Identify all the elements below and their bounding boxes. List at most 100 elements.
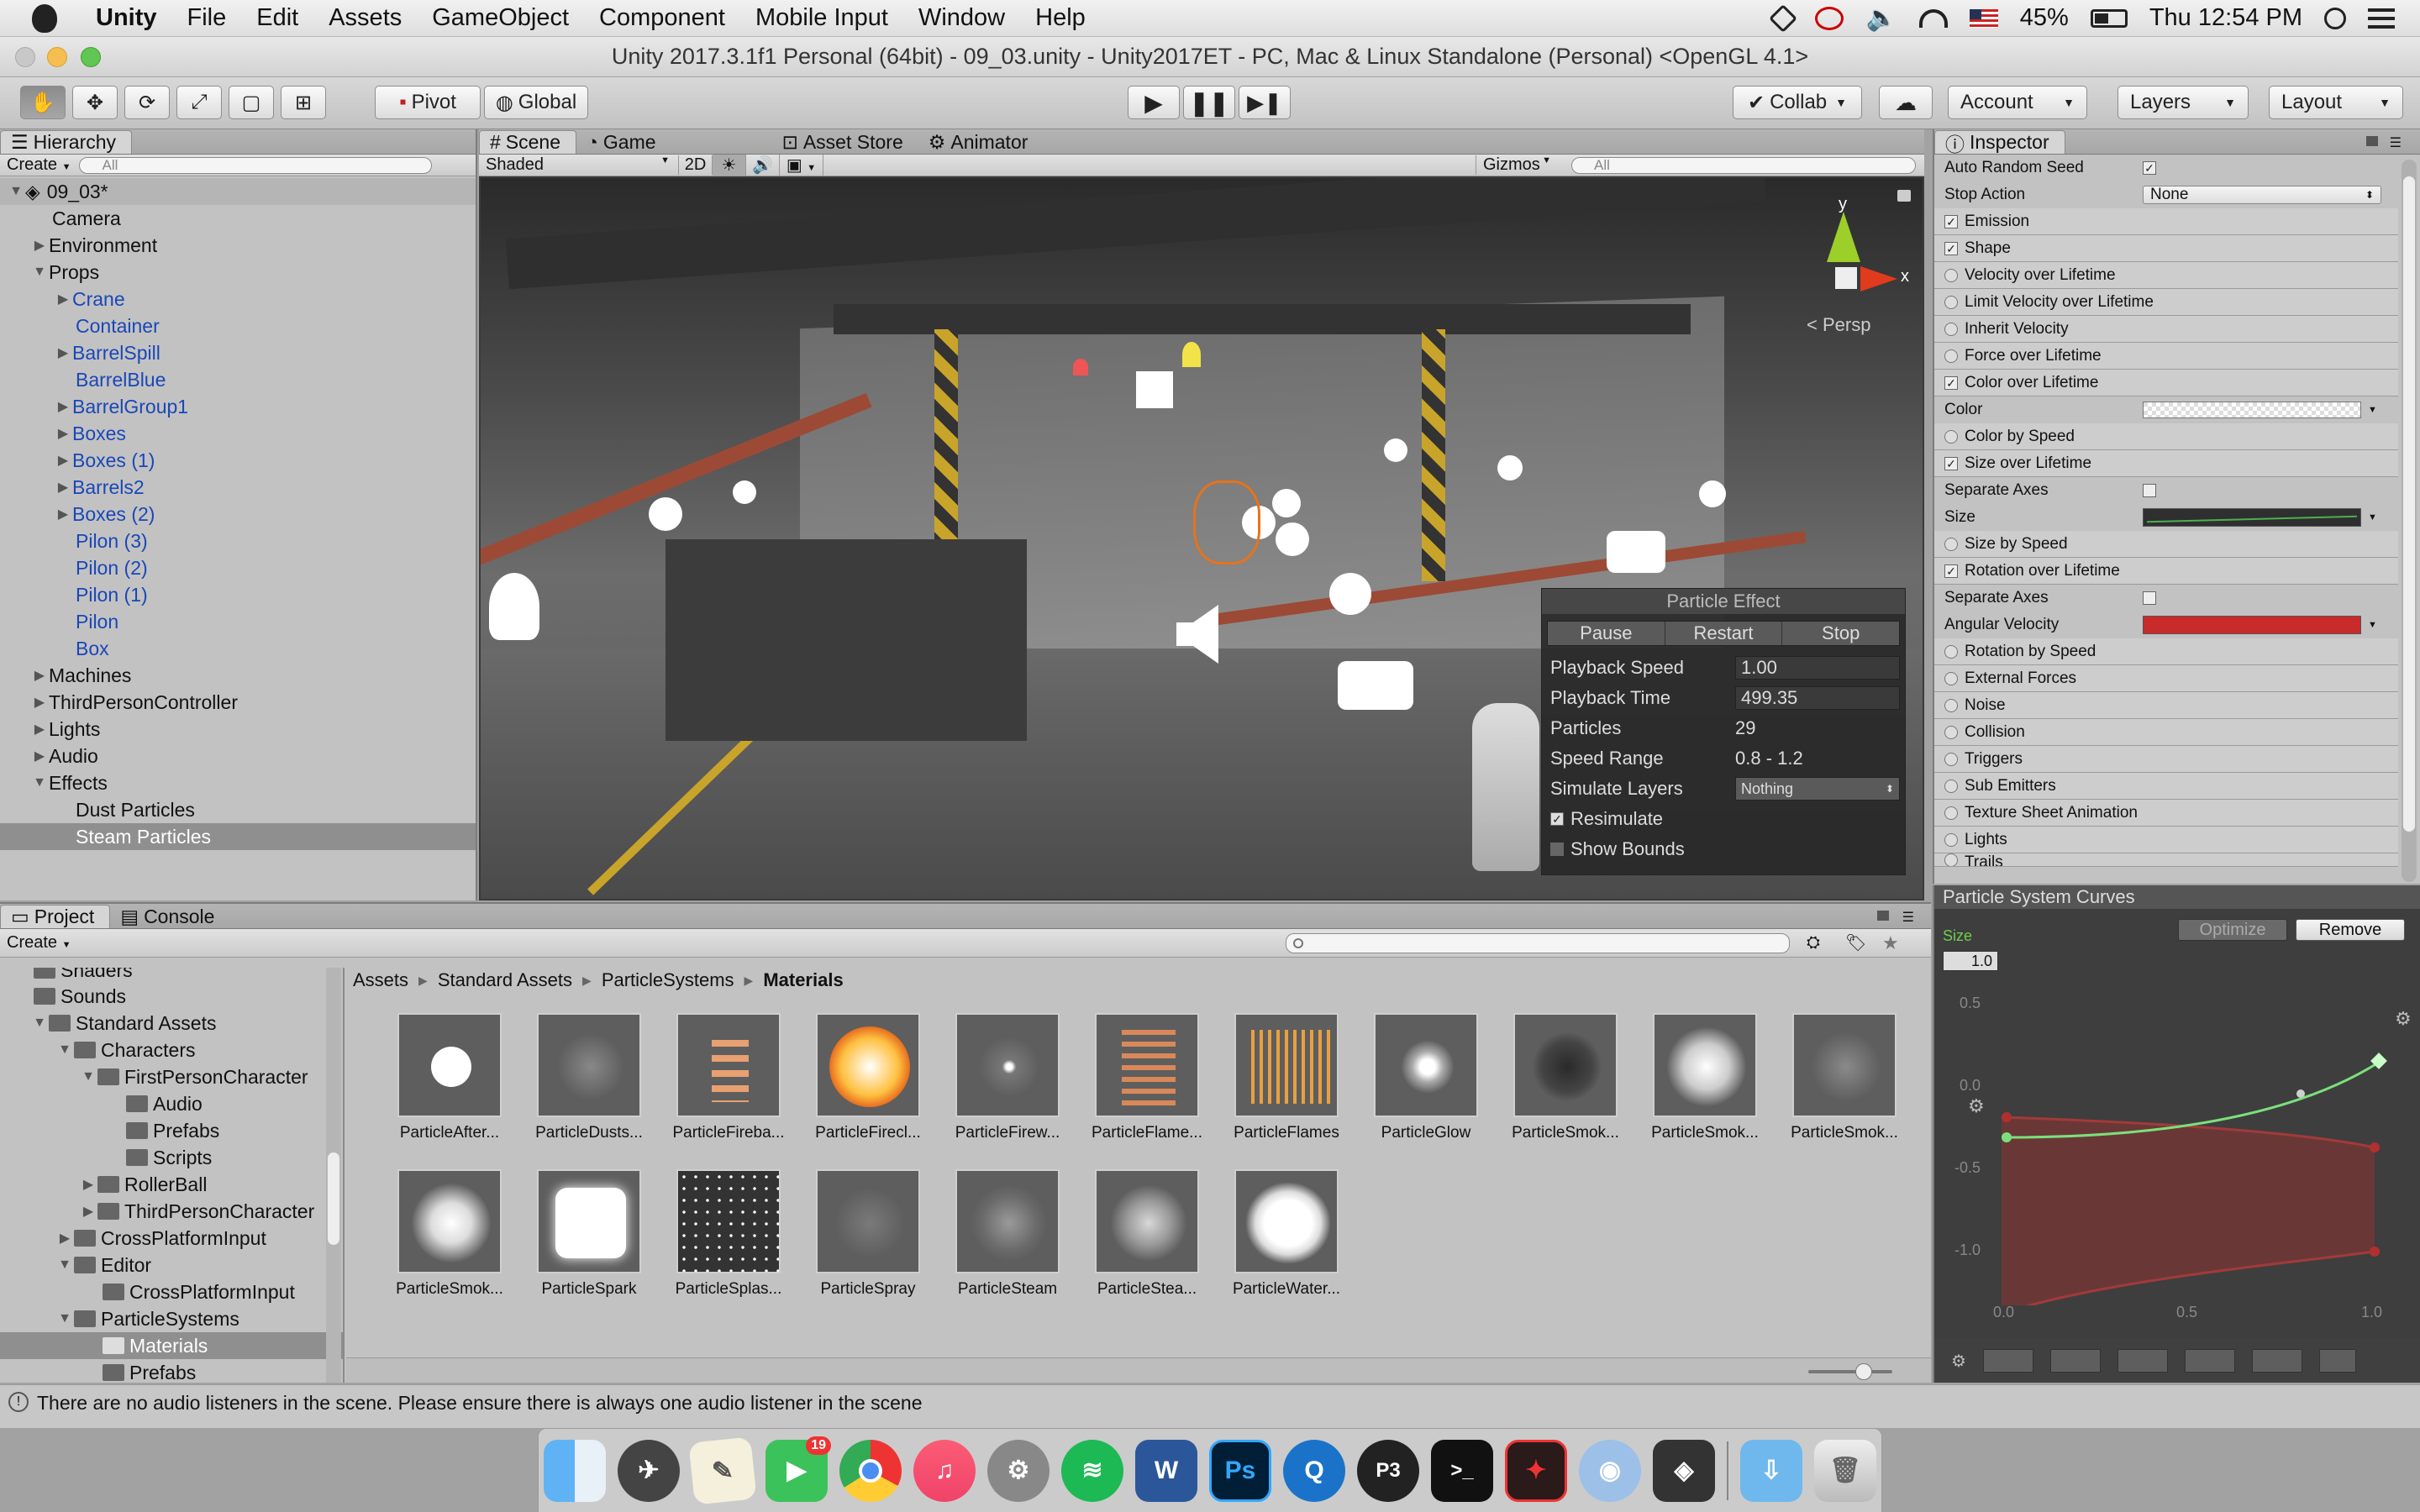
scale-tool-button[interactable]: ⤢ xyxy=(176,86,222,119)
triangle-down-icon[interactable]: ▼ xyxy=(30,1016,49,1031)
itunes-icon[interactable]: ♫ xyxy=(913,1439,976,1502)
module-lights[interactable]: Lights xyxy=(1934,827,2398,853)
light-gizmo-icon[interactable] xyxy=(649,497,682,531)
asset-particlesplash[interactable]: ParticleSplas... xyxy=(666,1169,792,1299)
show-bounds-checkbox[interactable] xyxy=(1550,843,1564,856)
menu-edit[interactable]: Edit xyxy=(241,4,313,32)
module-toggle[interactable] xyxy=(1944,537,1958,551)
pause-button[interactable]: ❚❚ xyxy=(1183,86,1235,119)
triangle-right-icon[interactable]: ▶ xyxy=(54,291,72,307)
size-curve-key[interactable] xyxy=(2002,1132,2012,1142)
camera-gizmo-icon[interactable] xyxy=(1607,531,1665,573)
asset-particlesteam[interactable]: ParticleSteam xyxy=(944,1169,1071,1299)
battery-icon[interactable] xyxy=(2090,8,2128,28)
chevron-down-icon[interactable]: ▼ xyxy=(2368,512,2377,522)
photoshop-icon[interactable]: Ps xyxy=(1209,1439,1271,1502)
hierarchy-item-machines[interactable]: ▶ Machines xyxy=(0,662,476,689)
project-folder-editor[interactable]: ▼ Editor xyxy=(0,1252,343,1278)
module-checkbox[interactable]: ✓ xyxy=(1944,214,1958,228)
resimulate-checkbox[interactable]: ✓ xyxy=(1550,812,1564,826)
rect-tool-button[interactable]: ▢ xyxy=(229,86,274,119)
asset-particlesteamthick[interactable]: ParticleStea... xyxy=(1084,1169,1210,1299)
module-checkbox[interactable]: ✓ xyxy=(1944,375,1958,390)
shading-mode-dropdown[interactable]: Shaded ▼ xyxy=(486,155,679,175)
angular-velocity-curve-field[interactable] xyxy=(2143,616,2361,634)
creative-cloud-icon[interactable] xyxy=(1815,6,1844,30)
step-button[interactable]: ▶❚ xyxy=(1239,86,1291,119)
module-rotation-by-speed[interactable]: Rotation by Speed xyxy=(1934,638,2398,665)
hierarchy-item-pilon-1[interactable]: Pilon (1) xyxy=(0,581,476,608)
module-toggle[interactable] xyxy=(1944,429,1958,444)
wifi-icon[interactable] xyxy=(1918,8,1948,28)
pause-effect-button[interactable]: Pause xyxy=(1548,622,1665,645)
breadcrumb-standard-assets[interactable]: Standard Assets xyxy=(438,969,572,991)
scrollbar-thumb[interactable] xyxy=(328,1152,339,1245)
notification-center-icon[interactable] xyxy=(2368,8,2395,29)
favorites-star-icon[interactable]: ★ xyxy=(1882,932,1899,954)
module-force-over-lifetime[interactable]: Force over Lifetime xyxy=(1934,343,2398,370)
hierarchy-item-lights[interactable]: ▶ Lights xyxy=(0,716,476,743)
hierarchy-item-boxes-1[interactable]: ▶ Boxes (1) xyxy=(0,447,476,474)
light-gizmo-icon[interactable] xyxy=(1497,455,1523,480)
axis-center-cube[interactable] xyxy=(1835,267,1857,289)
module-size-by-speed[interactable]: Size by Speed xyxy=(1934,531,2398,558)
light-gizmo-icon[interactable] xyxy=(733,480,756,504)
module-external-forces[interactable]: External Forces xyxy=(1934,665,2398,692)
module-color-by-speed[interactable]: Color by Speed xyxy=(1934,423,2398,450)
p3-app-icon[interactable]: P3 xyxy=(1357,1439,1419,1502)
triangle-right-icon[interactable]: ▶ xyxy=(79,1203,97,1220)
module-emission[interactable]: ✓ Emission xyxy=(1934,208,2398,235)
separate-axes-checkbox[interactable] xyxy=(2143,591,2156,605)
hierarchy-item-barrelspill[interactable]: ▶ BarrelSpill xyxy=(0,339,476,366)
hierarchy-item-pilon-2[interactable]: Pilon (2) xyxy=(0,554,476,581)
module-rotation-over-lifetime[interactable]: ✓ Rotation over Lifetime xyxy=(1934,558,2398,585)
panel-lock-icon[interactable] xyxy=(1877,911,1889,921)
chevron-down-icon[interactable]: ▼ xyxy=(2368,620,2377,630)
menu-component[interactable]: Component xyxy=(584,4,740,32)
project-folder-sounds[interactable]: Sounds xyxy=(0,983,343,1010)
module-trails[interactable]: Trails xyxy=(1934,853,2398,867)
dropbox-icon[interactable] xyxy=(1769,3,1798,33)
module-toggle[interactable] xyxy=(1944,268,1958,282)
triangle-right-icon[interactable]: ▶ xyxy=(54,398,72,415)
perspective-label[interactable]: < Persp xyxy=(1807,314,1870,336)
module-shape[interactable]: ✓ Shape xyxy=(1934,235,2398,262)
play-button[interactable]: ▶ xyxy=(1128,86,1180,119)
module-color-over-lifetime[interactable]: ✓ Color over Lifetime xyxy=(1934,370,2398,396)
hierarchy-item-barrels2[interactable]: ▶ Barrels2 xyxy=(0,474,476,501)
asset-particleglow[interactable]: ParticleGlow xyxy=(1363,1013,1489,1142)
size-curve-field[interactable] xyxy=(2143,508,2361,527)
project-create-button[interactable]: Create ▼ xyxy=(7,933,71,953)
triangle-right-icon[interactable]: ▶ xyxy=(55,1230,74,1247)
triangle-down-icon[interactable]: ▼ xyxy=(55,1311,74,1326)
simulate-layers-dropdown[interactable]: Nothing ⬍ xyxy=(1735,777,1900,801)
triangle-right-icon[interactable]: ▶ xyxy=(30,748,49,764)
triangle-down-icon[interactable]: ▼ xyxy=(30,775,49,790)
module-texture-sheet-animation[interactable]: Texture Sheet Animation xyxy=(1934,800,2398,827)
scene-lock-icon[interactable] xyxy=(1897,190,1911,202)
module-toggle[interactable] xyxy=(1944,752,1958,766)
module-toggle[interactable] xyxy=(1944,349,1958,363)
hierarchy-search-input[interactable]: All xyxy=(79,156,433,174)
stop-action-dropdown[interactable]: None ⬍ xyxy=(2143,186,2381,204)
asset-particlespark[interactable]: ParticleSpark xyxy=(526,1169,652,1299)
curve-preset[interactable] xyxy=(2049,1349,2101,1373)
collab-dropdown[interactable]: ✔ Collab ▼ xyxy=(1733,86,1862,119)
spotlight-search-icon[interactable] xyxy=(2324,7,2346,29)
hierarchy-item-boxes-2[interactable]: ▶ Boxes (2) xyxy=(0,501,476,528)
lighting-toggle-icon[interactable]: ☀ xyxy=(713,155,746,176)
asset-particledustsmoke[interactable]: ParticleDusts... xyxy=(526,1013,652,1142)
scene-viewport[interactable]: y x < Persp Particle Effect Pause Restar… xyxy=(481,178,1923,899)
tab-console[interactable]: ▤ Console xyxy=(110,905,229,928)
rotation-curve-key[interactable] xyxy=(2370,1247,2380,1257)
project-folder-characters[interactable]: ▼ Characters xyxy=(0,1037,343,1063)
module-toggle[interactable] xyxy=(1944,322,1958,336)
rotate-tool-button[interactable]: ⟳ xyxy=(124,86,170,119)
point-light-red-icon[interactable] xyxy=(1073,359,1088,375)
cloud-button[interactable]: ☁ xyxy=(1879,86,1933,119)
module-velocity-over-lifetime[interactable]: Velocity over Lifetime xyxy=(1934,262,2398,289)
optimize-button[interactable]: Optimize xyxy=(2178,919,2287,941)
triangle-down-icon[interactable]: ▼ xyxy=(7,184,25,199)
menu-assets[interactable]: Assets xyxy=(313,4,417,32)
menu-file[interactable]: File xyxy=(172,4,242,32)
